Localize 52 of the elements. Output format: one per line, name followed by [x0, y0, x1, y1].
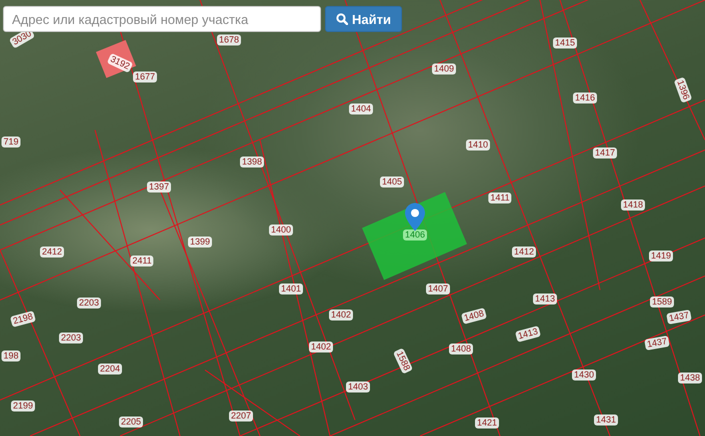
parcel-number: 1415 — [552, 38, 578, 48]
parcel-number: 1431 — [594, 414, 618, 426]
parcel-number: 198 — [1, 350, 21, 362]
parcel-number: 1400 — [268, 224, 294, 236]
parcel-number: 1418 — [620, 200, 646, 210]
parcel-number: 1678 — [216, 34, 242, 46]
parcel-number: 1408 — [448, 344, 474, 354]
search-field[interactable]: Адрес или кадастровый номер участка — [3, 6, 321, 32]
parcel-number: 1430 — [572, 370, 596, 380]
parcel-number: 2204 — [98, 364, 122, 374]
parcel-number: 1437 — [644, 336, 670, 350]
parcel-number: 1677 — [132, 72, 158, 82]
parcel-number: 2198 — [10, 310, 36, 328]
parcel-number: 1413 — [514, 326, 542, 342]
parcel-number: 1396 — [674, 76, 692, 104]
parcel-number: 2203 — [58, 332, 84, 344]
parcel-number: 2199 — [10, 400, 36, 412]
parcel-number: 2205 — [118, 416, 144, 428]
parcel-number: 1412 — [512, 246, 536, 258]
parcel-number: 1402 — [308, 342, 334, 352]
location-pin-icon — [405, 203, 425, 231]
parcel-number: 2207 — [228, 410, 254, 422]
satellite-map[interactable] — [0, 0, 705, 436]
parcel-number: 1397 — [146, 182, 172, 192]
parcel-number: 1404 — [348, 104, 374, 114]
parcel-number: 2411 — [130, 256, 154, 266]
parcel-number: 1437 — [666, 310, 692, 324]
parcel-number: 1402 — [328, 310, 354, 320]
parcel-number: 1403 — [346, 382, 370, 392]
parcel-number: 1589 — [650, 296, 674, 308]
parcel-number: 1421 — [474, 418, 500, 428]
parcel-number: 1438 — [678, 372, 702, 384]
parcel-number: 1399 — [188, 236, 212, 248]
parcel-number: 1398 — [240, 156, 264, 168]
parcel-number: 1416 — [572, 92, 598, 104]
parcel-number: 1588 — [392, 348, 414, 374]
search-button[interactable]: Найти — [325, 6, 402, 32]
parcel-number: 1409 — [432, 64, 456, 74]
parcel-number: 1411 — [488, 192, 512, 204]
parcel-number: 1406 — [402, 230, 428, 240]
parcel-number: 1417 — [592, 148, 618, 158]
parcel-number: 719 — [1, 136, 21, 148]
search-icon — [336, 13, 348, 25]
parcel-number: 1405 — [380, 176, 404, 188]
parcel-number: 1408 — [460, 308, 488, 324]
parcel-number: 1410 — [466, 140, 490, 150]
parcel-number: 1413 — [532, 294, 558, 304]
parcel-number: 1401 — [278, 284, 304, 294]
parcel-number: 1407 — [426, 284, 450, 294]
parcel-number: 2203 — [76, 298, 102, 308]
parcel-number: 1419 — [648, 250, 674, 262]
parcel-number: 2412 — [40, 246, 64, 258]
